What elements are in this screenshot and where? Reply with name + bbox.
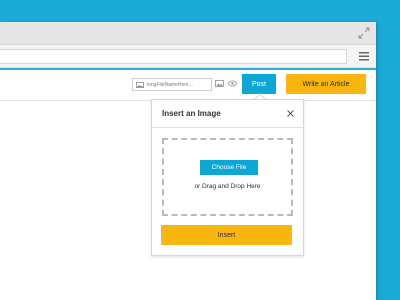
window-titlebar — [0, 22, 376, 45]
editor-toolbar: longFileNameHere... Post Write an Articl… — [0, 70, 376, 101]
close-icon[interactable] — [287, 110, 294, 117]
address-bar — [0, 45, 376, 68]
file-chip[interactable]: longFileNameHere... — [132, 78, 212, 91]
choose-file-button[interactable]: Choose File — [200, 160, 258, 175]
insert-image-dialog: Insert an Image Choose File or Drag and … — [151, 99, 304, 256]
hamburger-menu-icon[interactable] — [359, 52, 369, 61]
write-article-button[interactable]: Write an Article — [286, 74, 366, 94]
image-icon[interactable] — [215, 80, 224, 87]
drag-drop-text: or Drag and Drop Here — [194, 183, 261, 190]
dialog-divider — [152, 127, 303, 128]
post-button[interactable]: Post — [242, 74, 276, 94]
url-field[interactable] — [0, 49, 347, 64]
drop-zone[interactable]: Choose File or Drag and Drop Here — [162, 138, 293, 216]
expand-icon[interactable] — [358, 27, 370, 39]
dialog-title: Insert an Image — [162, 109, 221, 118]
eye-icon[interactable] — [228, 80, 237, 87]
image-icon — [136, 81, 144, 88]
file-name: longFileNameHere... — [147, 81, 193, 88]
insert-button[interactable]: Insert — [161, 225, 292, 245]
